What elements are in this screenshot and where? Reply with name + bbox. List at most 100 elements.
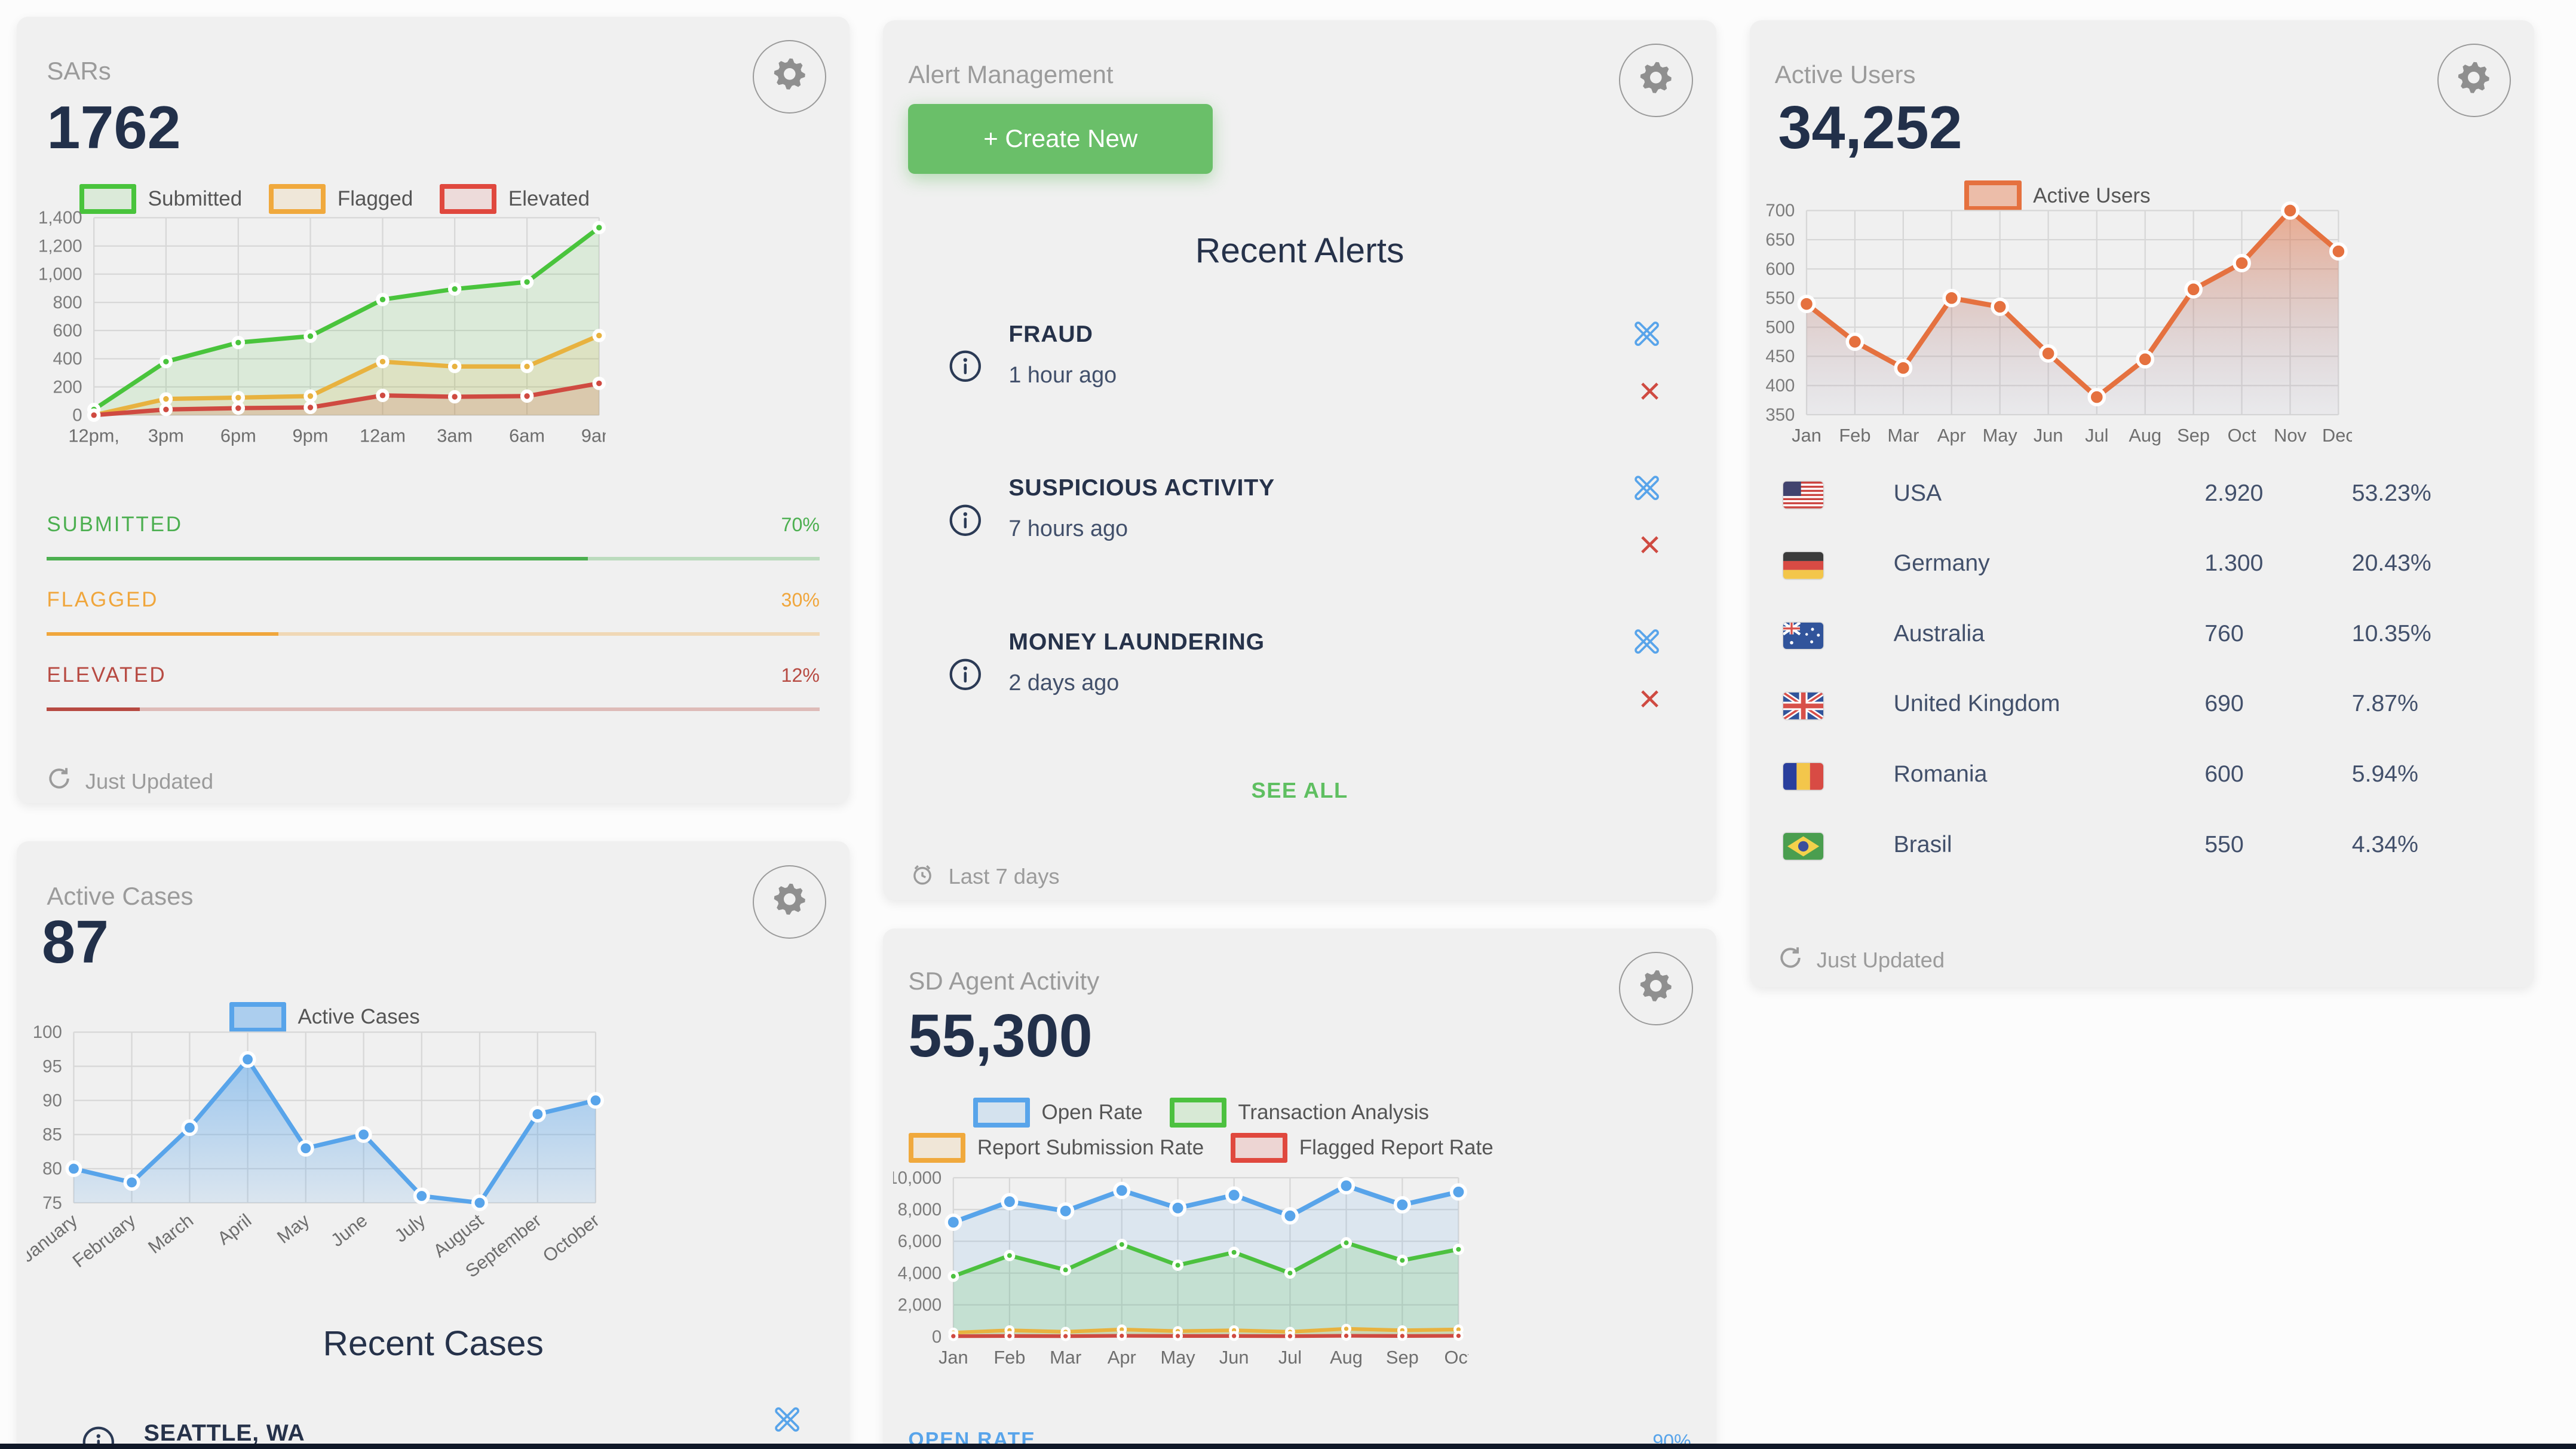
- country-percent: 5.94%: [2352, 761, 2418, 788]
- svg-text:Jul: Jul: [2085, 425, 2108, 446]
- alert-list: FRAUD1 hour ago×SUSPICIOUS ACTIVITY7 hou…: [930, 301, 1673, 763]
- close-icon[interactable]: ×: [1639, 372, 1661, 410]
- alert-time: 2 days ago: [1008, 670, 1673, 696]
- svg-text:2,000: 2,000: [898, 1295, 942, 1315]
- svg-text:600: 600: [1765, 259, 1795, 279]
- settings-button[interactable]: [1619, 952, 1692, 1025]
- table-row: Australia76010.35%: [1750, 602, 2534, 673]
- active-cases-value: 87: [42, 908, 109, 977]
- svg-text:0: 0: [72, 405, 82, 425]
- card-footer: Just Updated: [1778, 945, 1945, 976]
- edit-tools-icon[interactable]: [1631, 472, 1663, 509]
- settings-button[interactable]: [2437, 44, 2511, 117]
- card-sars: SARs 1762 SubmittedFlaggedElevated 02004…: [17, 17, 850, 803]
- country-value: 760: [2204, 621, 2243, 647]
- progress-label: FLAGGED: [47, 587, 158, 612]
- gear-icon: [771, 56, 808, 98]
- settings-button[interactable]: [753, 865, 826, 939]
- legend-label: Flagged Report Rate: [1299, 1136, 1494, 1160]
- country-percent: 20.43%: [2352, 550, 2431, 577]
- flag-icon-ro: [1783, 763, 1823, 790]
- country-name: USA: [1894, 480, 1942, 507]
- svg-text:1,200: 1,200: [38, 236, 82, 256]
- legend-swatch-icon: [973, 1098, 1030, 1128]
- legend-item: Transaction Analysis: [1170, 1098, 1429, 1128]
- edit-tools-icon[interactable]: [771, 1404, 803, 1441]
- country-name: United Kingdom: [1894, 691, 2060, 717]
- svg-text:700: 700: [1765, 201, 1795, 221]
- legend-item: Report Submission Rate: [909, 1133, 1204, 1163]
- card-title: Active Cases: [47, 882, 193, 911]
- active-cases-chart: 7580859095100JanuaryFebruaryMarchAprilMa…: [27, 1019, 616, 1313]
- svg-text:May: May: [1161, 1347, 1196, 1368]
- close-icon[interactable]: ×: [1639, 525, 1661, 563]
- sd-legend-row1: Open RateTransaction Analysis: [897, 1098, 1505, 1128]
- progress-bar: [47, 707, 820, 711]
- progress-label: ELEVATED: [47, 663, 166, 688]
- flag-icon-de: [1783, 552, 1823, 579]
- case-item: SEATTLE, WA: [63, 1393, 803, 1448]
- progress-label: SUBMITTED: [47, 512, 182, 537]
- svg-text:1,000: 1,000: [38, 264, 82, 284]
- alert-title: SUSPICIOUS ACTIVITY: [1008, 475, 1673, 501]
- flag-icon-au: [1783, 623, 1823, 650]
- gear-icon: [2455, 59, 2492, 102]
- alert-texts: SUSPICIOUS ACTIVITY7 hours ago: [1008, 455, 1673, 543]
- svg-text:1,400: 1,400: [38, 208, 82, 228]
- card-title: Active Users: [1775, 60, 1916, 89]
- settings-button[interactable]: [753, 40, 826, 114]
- refresh-icon: [1778, 945, 1803, 976]
- alert-texts: FRAUD1 hour ago: [1008, 301, 1673, 388]
- footer-text: Just Updated: [1817, 948, 1945, 973]
- legend-label: Report Submission Rate: [977, 1136, 1204, 1160]
- svg-text:6am: 6am: [509, 425, 545, 446]
- country-value: 600: [2204, 761, 2243, 788]
- edit-tools-icon[interactable]: [1631, 318, 1663, 355]
- card-title: SARs: [47, 57, 111, 85]
- active-users-chart: 350400450500550600650700JanFebMarAprMayJ…: [1756, 197, 2352, 465]
- settings-button[interactable]: [1619, 44, 1692, 117]
- svg-text:Oct: Oct: [1445, 1347, 1469, 1368]
- card-sd-agent-activity: SD Agent Activity 55,300 Open RateTransa…: [883, 929, 1716, 1449]
- svg-text:Jan: Jan: [1792, 425, 1821, 446]
- edit-tools-icon[interactable]: [1631, 626, 1663, 663]
- progress-percent: 12%: [781, 663, 820, 688]
- svg-text:80: 80: [42, 1159, 62, 1179]
- sars-chart: 02004006008001,0001,2001,40012pm,3pm6pm9…: [37, 204, 606, 459]
- svg-text:450: 450: [1765, 347, 1795, 366]
- svg-text:500: 500: [1765, 318, 1795, 338]
- see-all-link[interactable]: SEE ALL: [883, 776, 1716, 805]
- card-footer: Last 7 days: [910, 862, 1059, 892]
- svg-text:Aug: Aug: [1330, 1347, 1363, 1368]
- card-active-cases: Active Cases 87 Active Cases 75808590951…: [17, 841, 850, 1448]
- country-value: 1.300: [2204, 550, 2263, 577]
- progress-row: FLAGGED 30%: [47, 587, 820, 636]
- svg-text:3pm: 3pm: [148, 425, 184, 446]
- country-value: 2.920: [2204, 480, 2263, 507]
- info-icon: [947, 656, 984, 700]
- sars-value: 1762: [47, 94, 180, 163]
- create-new-button[interactable]: + Create New: [908, 104, 1213, 174]
- alarm-clock-icon: [910, 862, 935, 892]
- svg-text:Mar: Mar: [1050, 1347, 1081, 1368]
- flag-icon-us: [1783, 482, 1823, 508]
- progress-percent: 30%: [781, 587, 820, 612]
- case-list: SEATTLE, WA: [63, 1393, 803, 1448]
- progress-bar-fill: [47, 557, 588, 560]
- country-name: Australia: [1894, 621, 1985, 647]
- svg-text:100: 100: [33, 1022, 62, 1042]
- info-icon: [947, 348, 984, 391]
- alert-texts: MONEY LAUNDERING2 days ago: [1008, 609, 1673, 696]
- svg-text:Oct: Oct: [2228, 425, 2256, 446]
- svg-text:4,000: 4,000: [898, 1264, 942, 1283]
- svg-text:200: 200: [53, 377, 82, 397]
- alert-item: FRAUD1 hour ago×: [930, 301, 1673, 455]
- svg-text:Mar: Mar: [1887, 425, 1919, 446]
- close-icon[interactable]: ×: [1639, 679, 1661, 718]
- svg-text:Dec: Dec: [2322, 425, 2352, 446]
- svg-text:April: April: [213, 1210, 255, 1249]
- svg-text:February: February: [68, 1209, 139, 1272]
- svg-text:400: 400: [1765, 376, 1795, 396]
- svg-text:650: 650: [1765, 230, 1795, 250]
- flag-icon-br: [1783, 833, 1823, 860]
